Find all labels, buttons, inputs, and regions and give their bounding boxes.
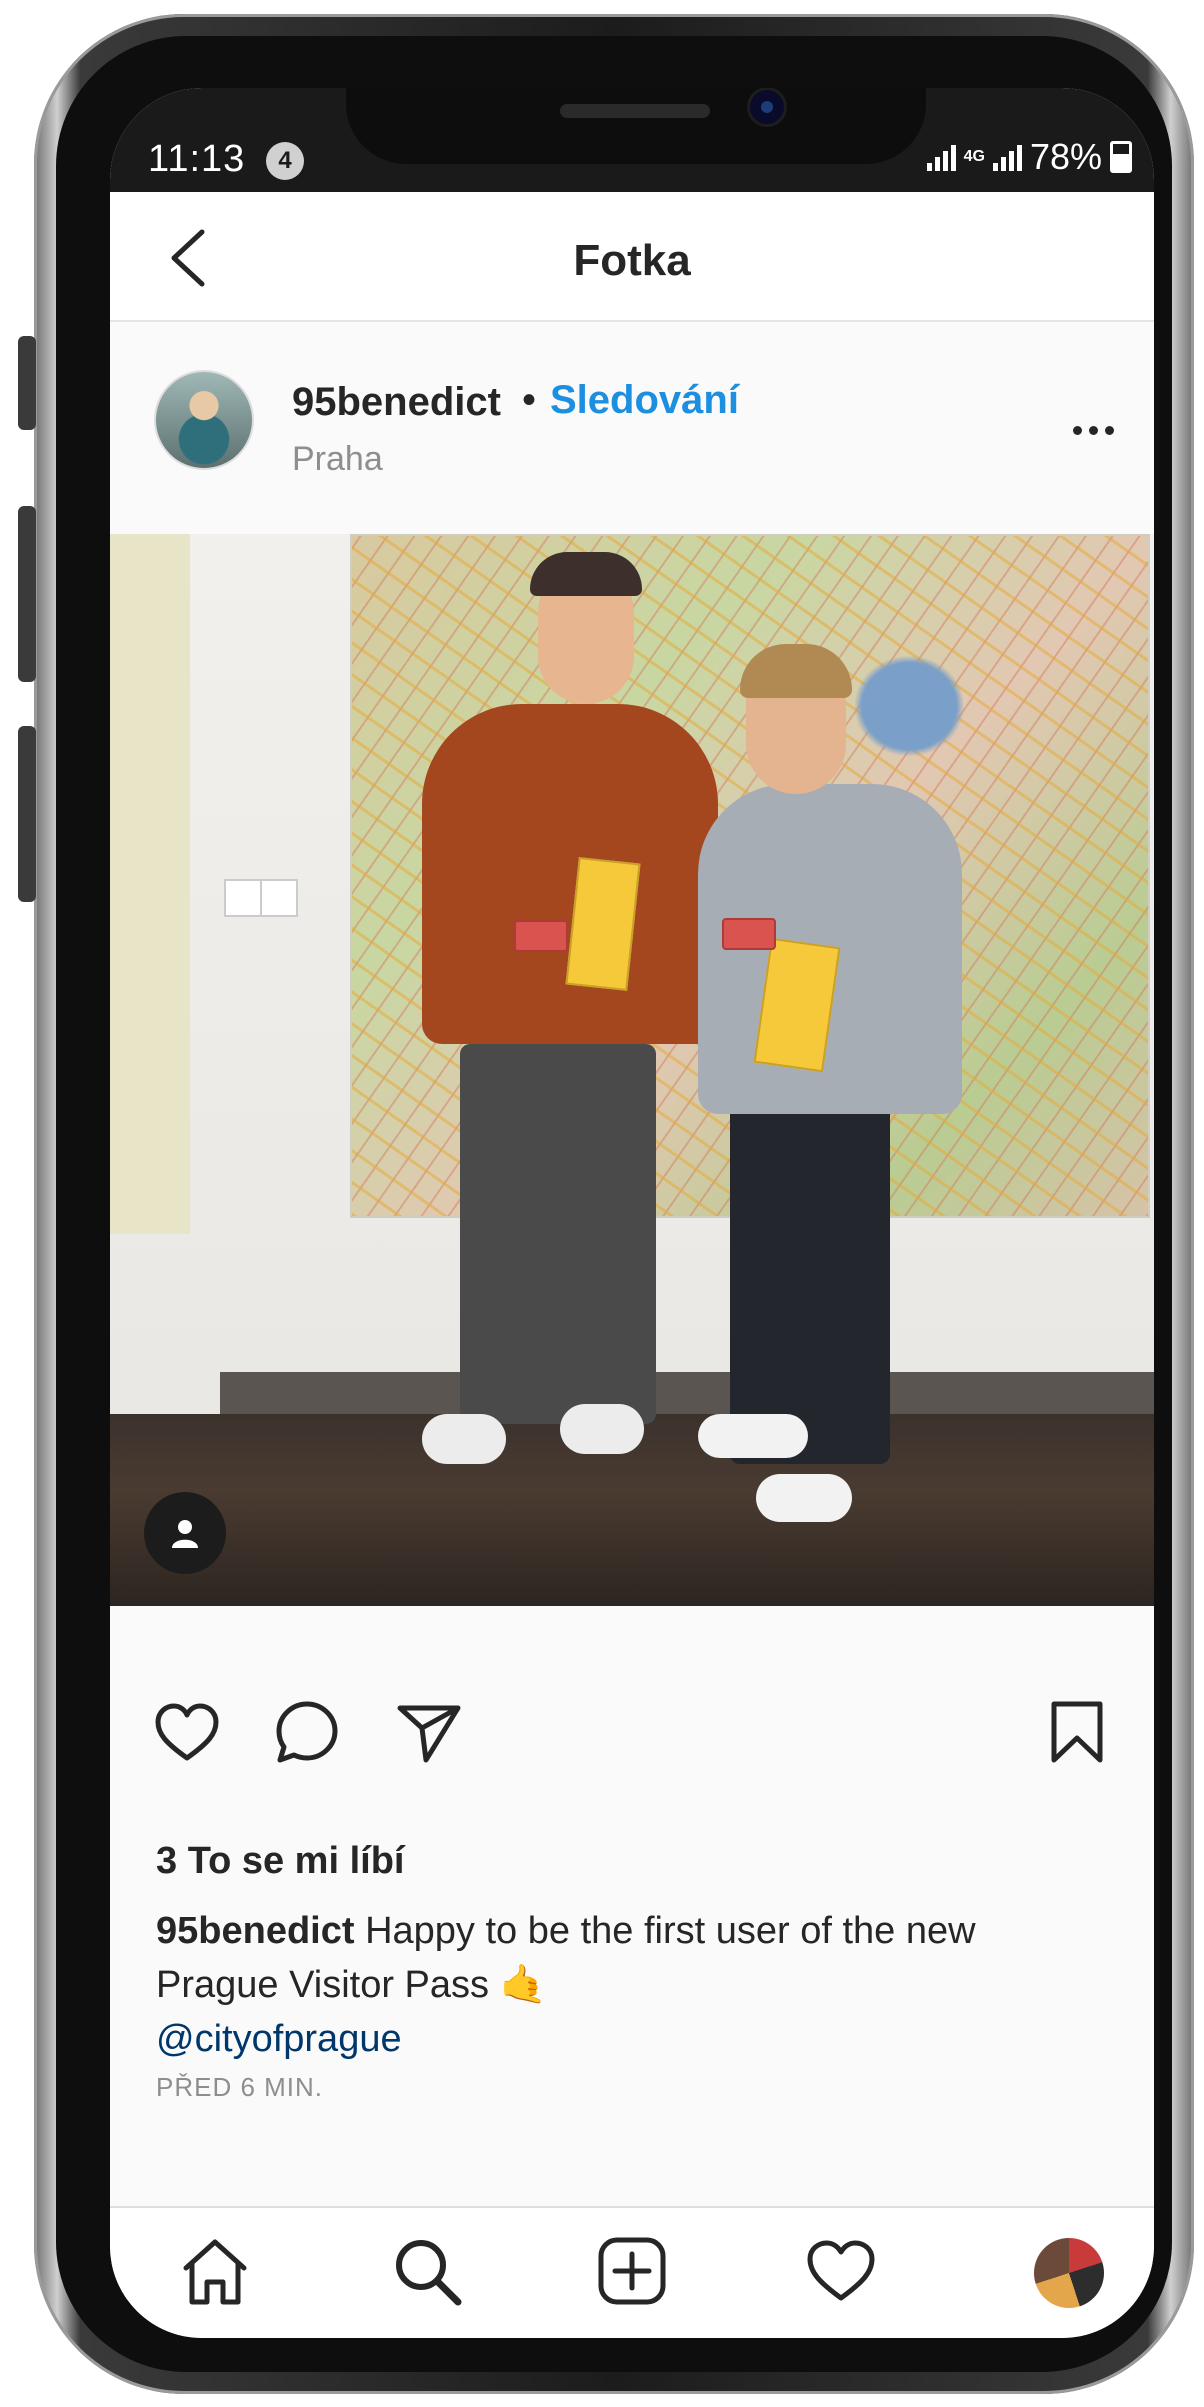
app-screen: 11:13 4 4G 78% Fotka 95benedict • Sledov… [110,88,1154,2338]
photo-ticket [722,918,776,950]
photo-baseboard [220,1372,1154,1416]
caption-username[interactable]: 95benedict [156,1910,355,1952]
side-button-volume-up [18,506,36,682]
notch [346,88,926,164]
post-location[interactable]: Praha [292,440,383,479]
heart-icon[interactable] [152,1698,222,1768]
search-icon[interactable] [390,2234,464,2308]
side-button-volume-down [18,726,36,902]
caption-mention-link[interactable]: @cityofprague [156,2018,402,2060]
side-button-mute [18,336,36,430]
photo-wall [110,534,190,1234]
like-count[interactable]: 3 To se mi líbí [156,1840,404,1883]
caption-emoji: 🤙 [499,1964,547,2006]
page-title: Fotka [573,236,691,285]
post-timestamp: PŘED 6 MIN. [156,2072,324,2102]
send-icon[interactable] [394,1698,464,1768]
post-caption: 95benedict Happy to be the first user of… [156,1904,1096,2066]
speaker [560,104,710,118]
plus-square-icon[interactable] [595,2234,669,2308]
signal-icon-2 [992,143,1022,171]
photo-brochure [565,857,641,991]
status-bar: 11:13 4 4G 78% [110,88,1154,192]
notification-count-badge: 4 [266,142,304,180]
photo-ticket [514,920,568,952]
signal-icon [926,143,956,171]
network-type: 4G [963,148,985,165]
home-icon[interactable] [178,2234,252,2308]
avatar[interactable] [154,370,254,470]
more-horizontal-icon[interactable] [1073,426,1114,435]
bookmark-icon[interactable] [1042,1698,1112,1768]
battery-percent: 78% [1029,136,1102,177]
photo-light-switch [224,879,262,917]
activity-heart-icon[interactable] [804,2234,878,2308]
status-indicators: 4G 78% [926,136,1132,178]
profile-avatar-tab[interactable] [1034,2238,1104,2308]
front-camera [750,90,784,124]
bottom-tab-bar [110,2206,1154,2338]
following-button[interactable]: Sledování [550,378,739,423]
photo-light-switch [260,879,298,917]
post-username[interactable]: 95benedict [292,380,501,425]
status-time: 11:13 [148,138,246,180]
person-icon[interactable] [144,1492,226,1574]
post-photo[interactable] [110,534,1154,1606]
post-footer: 3 To se mi líbí 95benedict Happy to be t… [110,1606,1154,2246]
post-header: 95benedict • Sledování Praha [110,322,1154,532]
top-navigation-bar: Fotka [110,192,1154,322]
comment-icon[interactable] [272,1698,342,1768]
separator-dot: • [522,378,537,422]
battery-icon [1110,141,1132,173]
